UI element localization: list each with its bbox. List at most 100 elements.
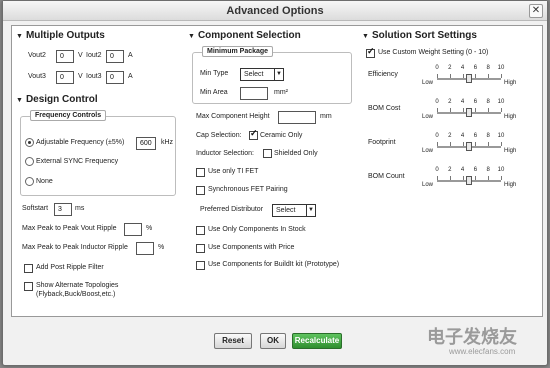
max-height-unit: mm [320,113,332,120]
watermark-url: www.elecfans.com [449,347,516,356]
close-icon[interactable]: ✕ [529,4,543,18]
collapse-triangle-icon[interactable]: ▼ [188,33,195,40]
collapse-triangle-icon[interactable]: ▼ [16,97,23,104]
iout3-input[interactable]: 0 [106,71,124,84]
solution-sort-title: Solution Sort Settings [371,30,477,41]
custom-weight-label: Use Custom Weight Setting (0 - 10) [378,49,489,56]
slider-thumb[interactable] [466,176,472,185]
tick-label: 4 [460,99,465,105]
solution-sort-header[interactable]: ▼ Solution Sort Settings [362,30,477,41]
tick-label: 2 [448,65,452,71]
slider-thumb[interactable] [466,108,472,117]
buildit-kit-checkbox[interactable] [196,261,205,270]
ok-button[interactable]: OK [260,333,286,349]
tick-label: 0 [435,167,439,173]
design-control-title: Design Control [25,94,98,105]
tick-label: 6 [473,65,478,71]
tick-label: 10 [497,167,505,173]
iout2-input[interactable]: 0 [106,50,124,63]
tick-label: 8 [486,99,490,105]
high-label: High [504,148,517,154]
ceramic-only-checkbox[interactable] [249,128,258,140]
iout3-unit: A [128,73,133,80]
inductor-ripple-input[interactable] [136,242,154,255]
tick-label: 0 [435,99,439,105]
min-type-select[interactable]: Select ▼ [240,68,284,81]
tick-label: 4 [460,65,465,71]
with-price-label: Use Components with Price [208,244,295,251]
tick-label: 6 [473,133,478,139]
vout3-input[interactable]: 0 [56,71,74,84]
with-price-checkbox[interactable] [196,244,205,253]
tick-label: 8 [486,65,490,71]
distributor-select[interactable]: Select ▼ [272,204,316,217]
iout2-label: Iout2 [86,52,102,59]
reset-button[interactable]: Reset [214,333,252,349]
slider-label: Efficiency [368,71,398,78]
advanced-options-dialog: Advanced Options ✕ ▼ Multiple Outputs Vou… [2,0,548,366]
max-height-label: Max Component Height [196,113,270,120]
softstart-label: Softstart [22,205,49,212]
custom-weight-checkbox[interactable] [366,46,375,58]
weight-slider[interactable]: 0 2 4 6 8 10 Low High [422,133,517,157]
tick-mark [501,142,502,146]
multiple-outputs-header[interactable]: ▼ Multiple Outputs [16,30,105,41]
post-ripple-filter-checkbox[interactable] [24,264,33,273]
collapse-triangle-icon[interactable]: ▼ [362,33,369,40]
in-stock-checkbox[interactable] [196,226,205,235]
frequency-controls-title: Frequency Controls [30,110,107,121]
component-selection-header[interactable]: ▼ Component Selection [188,30,301,41]
slider-thumb[interactable] [466,142,472,151]
vout2-input[interactable]: 0 [56,50,74,63]
component-selection-section: ▼ Component Selection Minimum Package Min… [188,30,356,270]
sync-fet-checkbox[interactable] [196,186,205,195]
vout-ripple-unit: % [146,225,153,232]
alt-topologies-checkbox[interactable] [24,282,33,291]
shielded-only-checkbox[interactable] [263,149,272,158]
options-panel: ▼ Multiple Outputs Vout2 0 V Iout2 0 A Vo… [11,25,543,317]
tick-label: 2 [448,167,452,173]
collapse-triangle-icon[interactable]: ▼ [16,33,23,40]
adjustable-frequency-radio[interactable] [25,138,34,147]
low-label: Low [422,182,434,188]
external-sync-radio[interactable] [25,157,34,166]
softstart-input[interactable]: 3 [54,203,72,216]
design-control-header[interactable]: ▼ Design Control [16,94,98,105]
solution-sort-section: ▼Solution Sort Settings Use Custom Weigh… [362,30,540,200]
slider-label: BOM Count [368,173,405,180]
vout3-label: Vout3 [28,73,46,80]
chevron-down-icon: ▼ [306,205,315,216]
adjustable-frequency-label: Adjustable Frequency (±5%) [36,139,125,146]
max-height-input[interactable] [278,111,316,124]
weight-slider[interactable]: 0 2 4 6 8 10 Low High [422,65,517,89]
weight-slider[interactable]: 0 2 4 6 8 10 Low High [422,99,517,123]
none-label: None [36,178,53,185]
tick-label: 0 [435,65,439,71]
high-label: High [504,80,517,86]
low-label: Low [422,80,434,86]
iout3-label: Iout3 [86,73,102,80]
frequency-input[interactable]: 600 [136,137,156,150]
vout-ripple-input[interactable] [124,223,142,236]
sync-fet-label: Synchronous FET Pairing [208,186,288,193]
watermark-logo: 电子发烧友 [427,327,517,347]
distributor-value: Select [276,207,296,214]
alt-topologies-sublabel: (Flyback,Buck/Boost,etc.) [36,291,116,298]
min-area-input[interactable] [240,87,268,100]
tick-label: 2 [448,99,452,105]
recalculate-button[interactable]: Recalculate [292,333,342,349]
tick-mark [501,108,502,112]
slider-label: Footprint [368,139,396,146]
tick-label: 4 [460,167,465,173]
weight-slider[interactable]: 0 2 4 6 8 10 Low High [422,167,517,191]
none-radio[interactable] [25,177,34,186]
high-label: High [504,182,517,188]
multiple-outputs-title: Multiple Outputs [25,30,105,41]
ti-fet-checkbox[interactable] [196,168,205,177]
ceramic-only-label: Ceramic Only [260,132,303,139]
tick-mark [501,176,502,180]
tick-label: 2 [448,133,452,139]
slider-thumb[interactable] [466,74,472,83]
inductor-ripple-unit: % [158,244,165,251]
ti-fet-label: Use only TI FET [208,168,259,175]
